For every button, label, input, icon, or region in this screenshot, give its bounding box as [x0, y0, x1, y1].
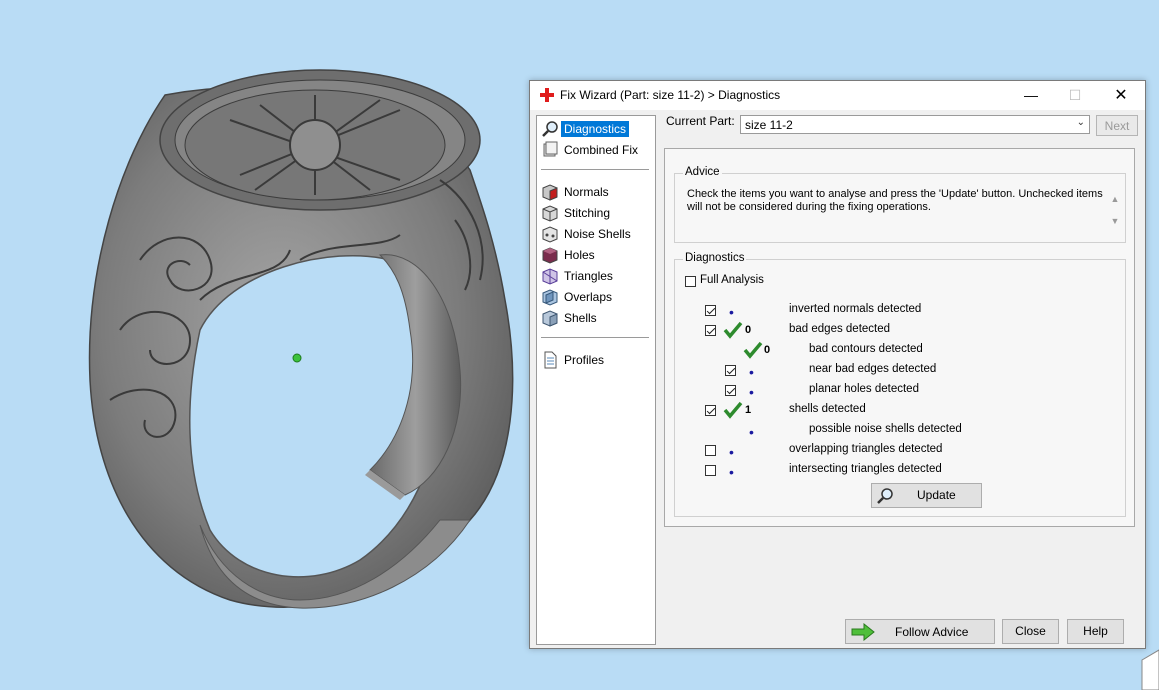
- overlapping-triangles-label: overlapping triangles detected: [789, 443, 943, 455]
- nav-item-diagnostics[interactable]: Diagnostics: [541, 119, 649, 139]
- planar-holes-value: •: [749, 384, 754, 400]
- magnifier-icon: [877, 488, 893, 504]
- close-window-button[interactable]: ✕: [1098, 81, 1144, 110]
- follow-advice-label: Follow Advice: [895, 625, 969, 639]
- bad-edges-label: bad edges detected: [789, 323, 891, 335]
- current-part-value: size 11-2: [745, 118, 793, 132]
- planar-holes-checkbox[interactable]: [725, 385, 736, 396]
- nav-item-overlaps[interactable]: Overlaps: [541, 287, 649, 307]
- bad-edges-checkbox[interactable]: [705, 325, 716, 336]
- noise-cube-icon: [542, 226, 558, 243]
- stack-icon: [543, 141, 558, 157]
- current-part-select[interactable]: size 11-2 ⌄: [740, 115, 1090, 134]
- document-icon: [544, 351, 557, 369]
- diagnostics-title: Diagnostics: [683, 252, 747, 264]
- arrow-right-icon: [851, 623, 875, 641]
- update-label: Update: [917, 488, 956, 502]
- wizard-nav: Diagnostics Combined Fix Normals Stitchi…: [536, 115, 656, 645]
- nav-item-stitching[interactable]: Stitching: [541, 203, 649, 223]
- overlapping-triangles-value: •: [729, 444, 734, 460]
- intersecting-triangles-value: •: [729, 464, 734, 480]
- inverted-normals-checkbox[interactable]: [705, 305, 716, 316]
- full-analysis-checkbox[interactable]: [685, 276, 696, 287]
- nav-item-normals[interactable]: Normals: [541, 182, 649, 202]
- title-bar[interactable]: Fix Wizard (Part: size 11-2) > Diagnosti…: [530, 81, 1145, 110]
- hole-cube-icon: [542, 247, 558, 264]
- minimize-button[interactable]: —: [1008, 81, 1054, 110]
- nav-item-label: Profiles: [564, 353, 605, 367]
- inverted-normals-value: •: [729, 304, 734, 320]
- viewcube-corner-icon[interactable]: [1141, 649, 1159, 690]
- ok-check-icon: [723, 321, 743, 339]
- fix-wizard-dialog: Fix Wizard (Part: size 11-2) > Diagnosti…: [529, 80, 1146, 649]
- intersecting-triangles-checkbox[interactable]: [705, 465, 716, 476]
- bad-edges-value: 0: [745, 324, 752, 336]
- shells-value: 1: [745, 404, 752, 416]
- cube-red-face-icon: [542, 184, 558, 201]
- near-bad-edges-value: •: [749, 364, 754, 380]
- nav-item-label: Overlaps: [564, 290, 613, 304]
- advice-title: Advice: [683, 166, 722, 178]
- shells-checkbox[interactable]: [705, 405, 716, 416]
- bad-contours-value: 0: [764, 344, 771, 356]
- full-analysis-label: Full Analysis: [700, 274, 764, 286]
- planar-holes-label: planar holes detected: [809, 383, 919, 395]
- maximize-button[interactable]: ☐: [1052, 81, 1098, 110]
- nav-item-label: Noise Shells: [564, 227, 631, 241]
- nav-item-profiles[interactable]: Profiles: [541, 350, 649, 370]
- overlapping-triangles-checkbox[interactable]: [705, 445, 716, 456]
- update-button[interactable]: Update: [871, 483, 982, 508]
- noise-shells-value: •: [749, 424, 754, 440]
- nav-item-label: Holes: [564, 248, 595, 262]
- advice-group: Advice Check the items you want to analy…: [674, 166, 1126, 243]
- diagnostics-panel: Advice Check the items you want to analy…: [664, 148, 1135, 527]
- nav-item-noise-shells[interactable]: Noise Shells: [541, 224, 649, 244]
- overlap-cube-icon: [542, 289, 558, 306]
- nav-item-label: Diagnostics: [561, 121, 630, 137]
- magnifier-icon: [542, 121, 558, 137]
- follow-advice-button[interactable]: Follow Advice: [845, 619, 995, 644]
- current-part-label: Current Part:: [666, 114, 735, 128]
- help-button[interactable]: Help: [1067, 619, 1124, 644]
- ring-model: [88, 69, 514, 609]
- nav-item-shells[interactable]: Shells: [541, 308, 649, 328]
- shell-cube-icon: [542, 310, 558, 327]
- noise-shells-label: possible noise shells detected: [809, 423, 962, 435]
- advice-text: Check the items you want to analyse and …: [687, 188, 1103, 213]
- near-bad-edges-checkbox[interactable]: [725, 365, 736, 376]
- shells-label: shells detected: [789, 403, 866, 415]
- triangle-cube-icon: [542, 268, 558, 285]
- near-bad-edges-label: near bad edges detected: [809, 363, 937, 375]
- nav-item-label: Combined Fix: [564, 143, 639, 157]
- intersecting-triangles-label: intersecting triangles detected: [789, 463, 942, 475]
- advice-scrollbar[interactable]: ▲ ▼: [1109, 188, 1121, 238]
- close-button[interactable]: Close: [1002, 619, 1059, 644]
- red-cross-icon: [540, 88, 554, 102]
- nav-item-label: Triangles: [564, 269, 613, 283]
- nav-item-combined-fix[interactable]: Combined Fix: [541, 140, 649, 160]
- nav-item-triangles[interactable]: Triangles: [541, 266, 649, 286]
- nav-item-label: Normals: [564, 185, 609, 199]
- chevron-down-icon: ⌄: [1076, 117, 1085, 128]
- nav-item-holes[interactable]: Holes: [541, 245, 649, 265]
- stitch-cube-icon: [542, 205, 558, 222]
- nav-item-label: Shells: [564, 311, 597, 325]
- diagnostics-group: Diagnostics Full Analysis • inverted nor…: [674, 252, 1126, 517]
- inverted-normals-label: inverted normals detected: [789, 303, 922, 315]
- window-title: Fix Wizard (Part: size 11-2) > Diagnosti…: [560, 88, 781, 102]
- pivot-point-icon[interactable]: [292, 353, 302, 363]
- nav-separator: [541, 337, 649, 338]
- bad-contours-label: bad contours detected: [809, 343, 923, 355]
- next-button[interactable]: Next: [1096, 115, 1138, 136]
- nav-item-label: Stitching: [564, 206, 611, 220]
- ok-check-icon: [723, 401, 743, 419]
- nav-separator: [541, 169, 649, 170]
- ok-check-icon: [743, 341, 763, 359]
